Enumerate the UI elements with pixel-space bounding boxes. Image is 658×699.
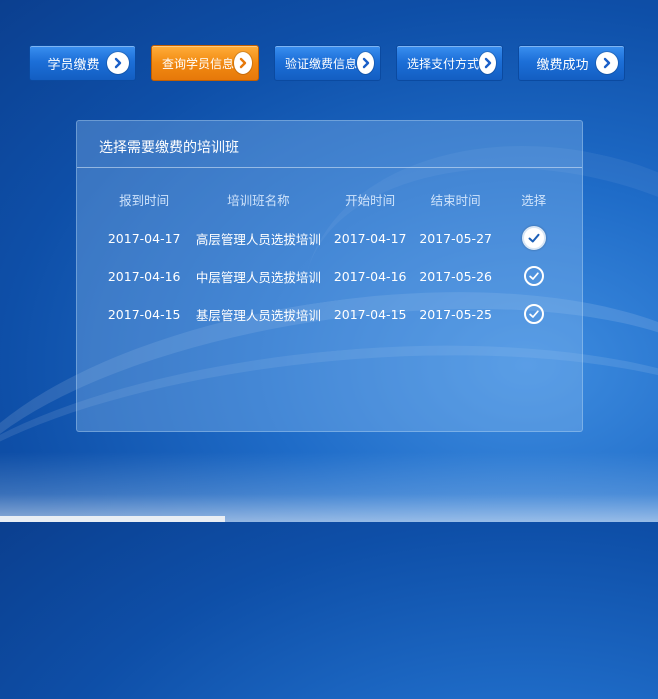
course-name-cell: 基层管理人员选拔培训 [195, 307, 321, 323]
course-selection-panel: 选择需要缴费的培训班 报到时间 培训班名称 开始时间 结束时间 选择 2017-… [76, 120, 583, 432]
column-header: 开始时间 [345, 192, 396, 208]
step-student-payment[interactable]: 学员缴费 [29, 45, 136, 81]
panel-title: 选择需要缴费的培训班 [99, 140, 239, 156]
check-circle-icon[interactable] [521, 226, 546, 250]
course-table: 报到时间 培训班名称 开始时间 结束时间 选择 2017-04-17 高层管理人… [99, 179, 569, 333]
step-label: 选择支付方式 [407, 56, 480, 71]
chevron-right-icon [357, 52, 374, 74]
report-date-cell: 2017-04-17 [107, 230, 181, 246]
check-circle-icon[interactable] [523, 266, 544, 286]
chevron-right-icon [596, 52, 618, 74]
end-date-cell: 2017-05-27 [419, 230, 492, 246]
column-header: 结束时间 [430, 192, 481, 208]
select-cell [498, 257, 569, 295]
table-row[interactable]: 2017-04-15 基层管理人员选拔培训 2017-04-15 2017-05… [99, 295, 569, 333]
chevron-right-icon [234, 52, 252, 74]
step-label: 查询学员信息 [162, 56, 235, 71]
select-cell [498, 295, 569, 333]
column-header: 报到时间 [119, 192, 170, 208]
step-label: 缴费成功 [536, 57, 589, 73]
select-cell [498, 219, 569, 257]
step-verify-payment-info[interactable]: 验证缴费信息 [274, 45, 381, 81]
step-label: 验证缴费信息 [285, 56, 358, 71]
start-date-cell: 2017-04-15 [333, 306, 407, 322]
start-date-cell: 2017-04-17 [333, 230, 407, 246]
background-bottom-glow [0, 452, 658, 522]
check-circle-icon[interactable] [523, 304, 544, 324]
column-header: 培训班名称 [227, 192, 290, 208]
chevron-right-icon [479, 52, 496, 74]
report-date-cell: 2017-04-15 [107, 306, 181, 322]
column-header: 选择 [521, 192, 547, 208]
step-payment-success[interactable]: 缴费成功 [518, 45, 625, 81]
step-select-payment-method[interactable]: 选择支付方式 [396, 45, 503, 81]
step-label: 学员缴费 [47, 57, 100, 73]
step-navigation: 学员缴费 查询学员信息 验证缴费信息 选择支付方式 缴费成功 [0, 45, 658, 83]
course-name-cell: 高层管理人员选拔培训 [195, 231, 321, 247]
step-query-student-info[interactable]: 查询学员信息 [151, 45, 259, 81]
table-row[interactable]: 2017-04-16 中层管理人员选拔培训 2017-04-16 2017-05… [99, 257, 569, 295]
table-header-row: 报到时间 培训班名称 开始时间 结束时间 选择 [99, 179, 569, 219]
bottom-strip [0, 516, 225, 522]
end-date-cell: 2017-05-25 [419, 306, 492, 322]
end-date-cell: 2017-05-26 [419, 268, 492, 284]
report-date-cell: 2017-04-16 [107, 268, 181, 284]
divider [77, 167, 582, 168]
chevron-right-icon [107, 52, 129, 74]
table-row[interactable]: 2017-04-17 高层管理人员选拔培训 2017-04-17 2017-05… [99, 219, 569, 257]
course-name-cell: 中层管理人员选拔培训 [195, 269, 321, 285]
start-date-cell: 2017-04-16 [333, 268, 407, 284]
